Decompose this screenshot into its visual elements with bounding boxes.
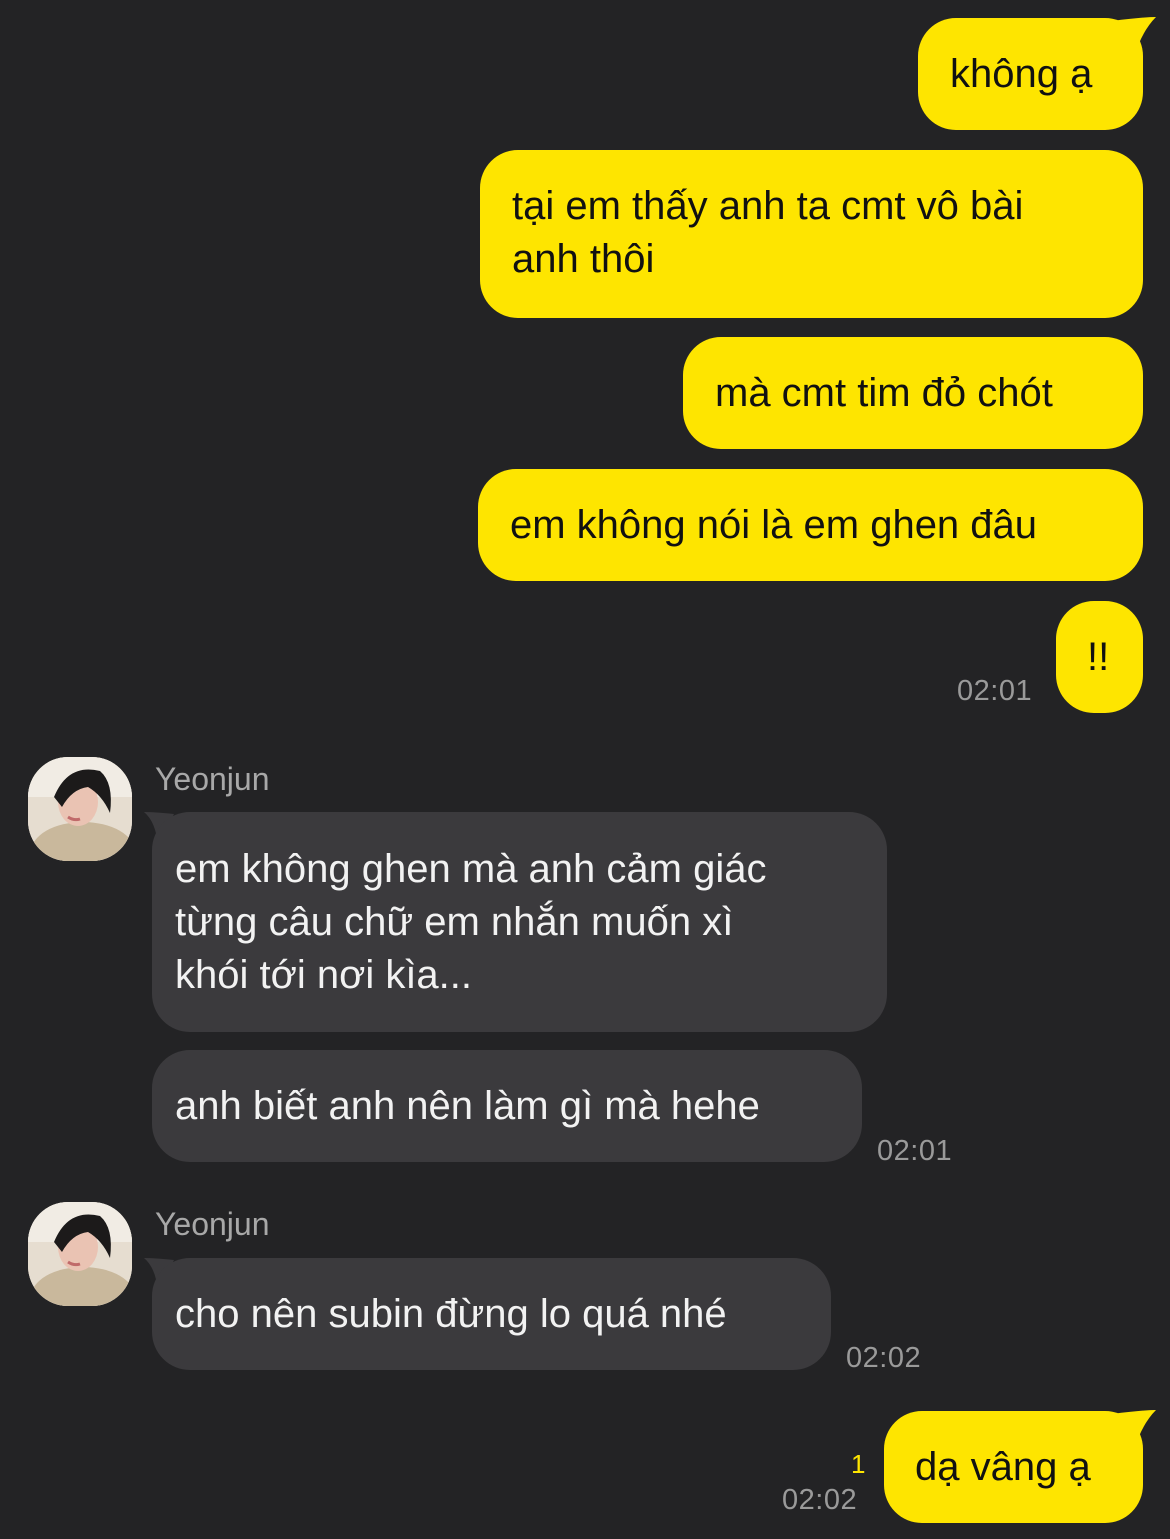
outgoing-message[interactable]: em không nói là em ghen đâu [478,469,1143,581]
message-text-line: tại em thấy anh ta cmt vô bài [512,184,1024,228]
incoming-message[interactable]: em không ghen mà anh cảm giác từng câu c… [152,812,887,1032]
message-text: dạ vâng ạ [915,1445,1091,1489]
message-text: em không nói là em ghen đâu [510,503,1038,547]
outgoing-message[interactable]: dạ vâng ạ [884,1411,1143,1523]
message-text: không ạ [950,52,1093,96]
message-timestamp: 02:02 [782,1484,858,1516]
message-timestamp: 02:01 [957,675,1033,707]
chat-screen[interactable]: không ạ tại em thấy anh ta cmt vô bài an… [0,0,1170,1539]
outgoing-message[interactable]: mà cmt tim đỏ chót [683,337,1143,449]
message-text-line: anh thôi [512,237,655,281]
message-text-line: em không ghen mà anh cảm giác [175,847,767,891]
message-text: !! [1087,635,1110,679]
outgoing-message[interactable]: không ạ [918,18,1143,130]
profile-photo-avatar-icon [28,1202,132,1306]
unread-count: 1 [851,1449,866,1479]
outgoing-message[interactable]: !! [1056,601,1143,713]
message-text-line: khói tới nơi kìa... [175,953,473,997]
incoming-message[interactable]: cho nên subin đừng lo quá nhé [152,1258,831,1370]
message-timestamp: 02:01 [877,1135,953,1167]
profile-photo-avatar-icon [28,757,132,861]
sender-name: Yeonjun [155,1206,270,1242]
avatar[interactable] [28,1202,132,1306]
outgoing-message[interactable]: tại em thấy anh ta cmt vô bài anh thôi [480,150,1143,318]
sender-name: Yeonjun [155,761,270,797]
message-text: anh biết anh nên làm gì mà hehe [175,1084,760,1128]
incoming-message[interactable]: anh biết anh nên làm gì mà hehe [152,1050,862,1162]
message-text: cho nên subin đừng lo quá nhé [175,1292,727,1336]
message-text: mà cmt tim đỏ chót [715,371,1053,415]
message-timestamp: 02:02 [846,1342,922,1374]
message-text-line: từng câu chữ em nhắn muốn xì [175,900,734,944]
avatar[interactable] [28,757,132,861]
